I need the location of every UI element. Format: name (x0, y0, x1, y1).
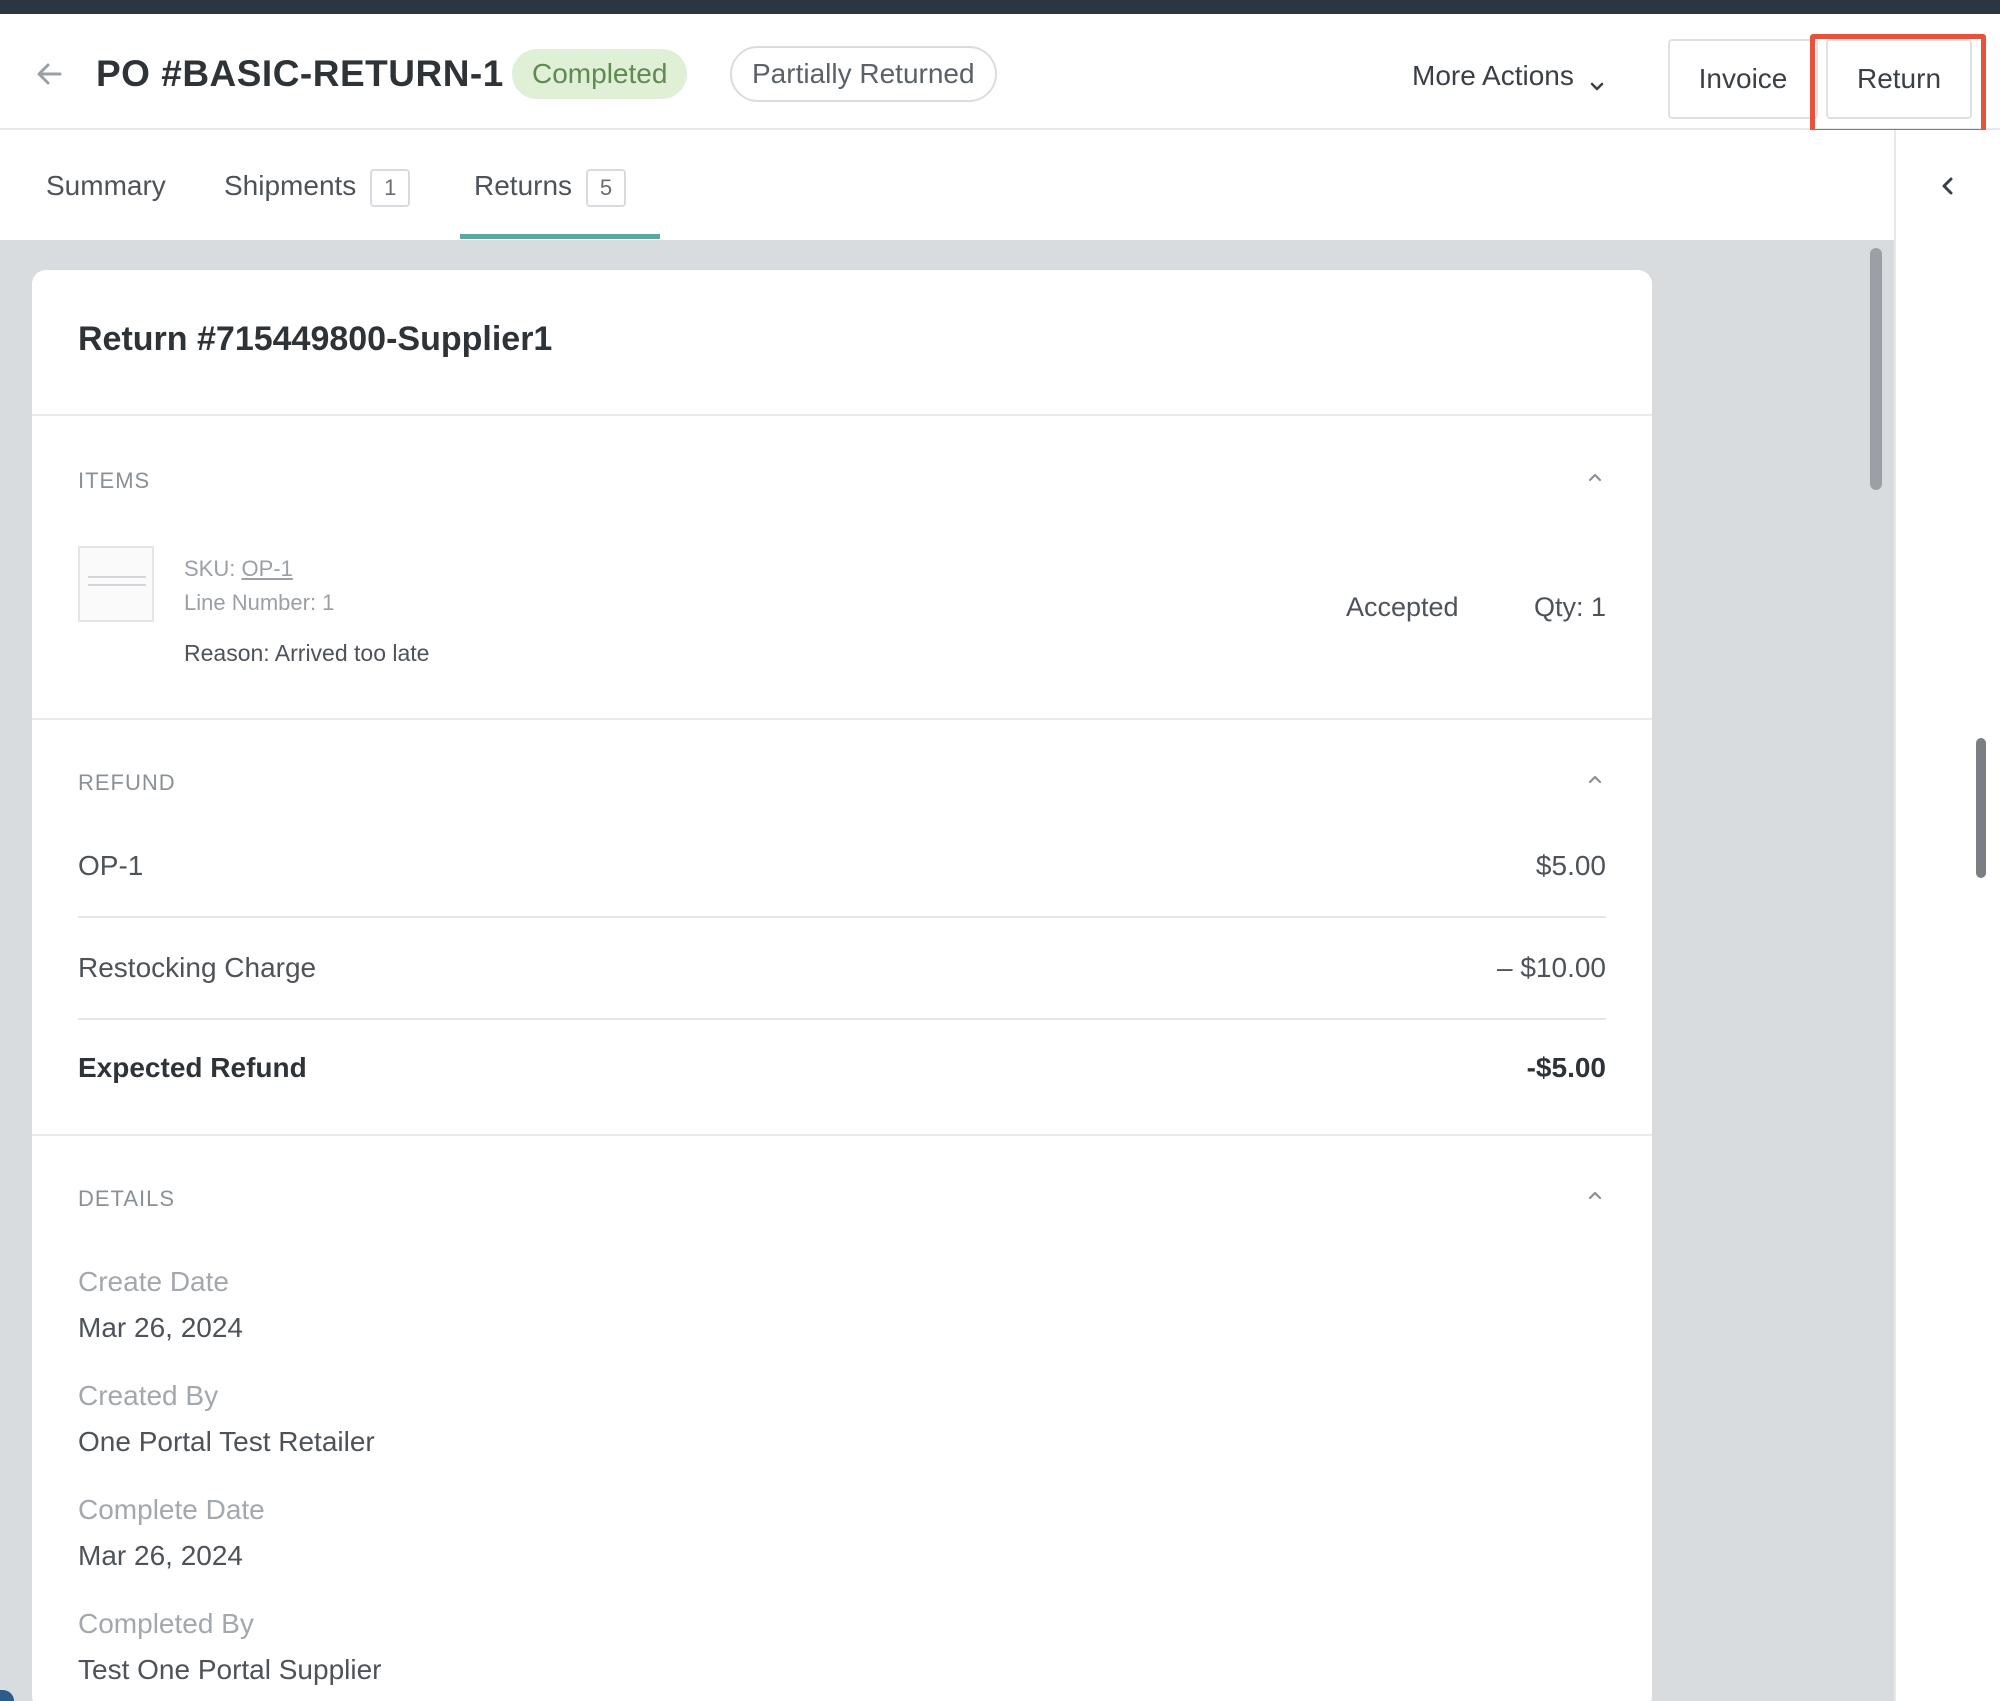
refund-section-label: REFUND (78, 770, 176, 795)
item-sku: SKU: OP-1 (184, 556, 293, 582)
created-by-label: Created By (78, 1380, 219, 1411)
completed-by-label: Completed By (78, 1608, 254, 1639)
chevron-down-icon (1586, 67, 1608, 90)
status-badge-completed: Completed (512, 49, 688, 99)
invoice-button[interactable]: Invoice (1668, 39, 1818, 119)
item-line-number: Line Number: 1 (184, 590, 335, 615)
tab-summary-label: Summary (46, 170, 166, 201)
tab-returns[interactable]: Returns 5 (474, 166, 627, 207)
tab-shipments[interactable]: Shipments 1 (224, 166, 411, 207)
restocking-charge-label: Restocking Charge (78, 952, 317, 983)
complete-date-value: Mar 26, 2024 (78, 1540, 243, 1571)
page-header: PO #BASIC-RETURN-1 Completed Partially R… (0, 14, 2000, 134)
divider (78, 1018, 1606, 1020)
chevron-left-icon[interactable] (1934, 172, 1962, 200)
return-card: Return #715449800-Supplier1 ITEMS SKU: O… (32, 270, 1652, 1701)
restocking-charge-value: – $10.00 (1497, 952, 1606, 983)
expected-refund-label: Expected Refund (78, 1052, 307, 1083)
more-actions-dropdown[interactable]: More Actions (1412, 54, 1608, 98)
item-sku-prefix: SKU: (184, 556, 236, 581)
tab-shipments-count: 1 (370, 168, 411, 207)
return-card-title: Return #715449800-Supplier1 (78, 320, 553, 358)
divider (32, 718, 1652, 720)
status-badge-partially-returned: Partially Returned (730, 46, 997, 102)
created-by-value: One Portal Test Retailer (78, 1426, 375, 1457)
divider (78, 916, 1606, 918)
tab-returns-label: Returns (474, 170, 573, 201)
refund-collapse-chevron-up-icon[interactable] (1584, 768, 1606, 790)
refund-row-value: $5.00 (1535, 850, 1606, 881)
item-thumbnail-image (78, 546, 154, 622)
side-panel (1894, 130, 2000, 1701)
more-actions-label: More Actions (1412, 60, 1574, 91)
items-collapse-chevron-up-icon[interactable] (1584, 466, 1606, 488)
active-tab-indicator (460, 234, 660, 239)
divider (32, 1134, 1652, 1136)
details-collapse-chevron-up-icon[interactable] (1584, 1184, 1606, 1206)
tab-returns-count: 5 (586, 168, 627, 207)
item-status: Accepted (1346, 592, 1459, 622)
items-section-label: ITEMS (78, 468, 151, 493)
expected-refund-value: -$5.00 (1526, 1052, 1606, 1083)
tab-summary[interactable]: Summary (46, 166, 166, 206)
content-scrollbar[interactable] (1866, 248, 1886, 1698)
item-quantity: Qty: 1 (1534, 592, 1607, 622)
details-section-label: DETAILS (78, 1186, 176, 1211)
window-top-bar (0, 0, 2000, 14)
back-arrow-icon[interactable] (30, 54, 70, 94)
create-date-value: Mar 26, 2024 (78, 1312, 243, 1343)
content-scrollbar-thumb[interactable] (1870, 248, 1882, 490)
tab-bar: Summary Shipments 1 Returns 5 (0, 130, 1894, 240)
page-title: PO #BASIC-RETURN-1 (96, 53, 504, 94)
refund-row-label: OP-1 (78, 850, 144, 881)
item-sku-link[interactable]: OP-1 (241, 556, 292, 581)
completed-by-value: Test One Portal Supplier (78, 1654, 382, 1685)
side-panel-scrollbar[interactable] (1976, 738, 1986, 878)
item-reason: Reason: Arrived too late (184, 640, 430, 666)
tab-shipments-label: Shipments (224, 170, 357, 201)
create-date-label: Create Date (78, 1266, 229, 1297)
divider (32, 414, 1652, 416)
complete-date-label: Complete Date (78, 1494, 265, 1525)
return-button[interactable]: Return (1826, 39, 1972, 119)
